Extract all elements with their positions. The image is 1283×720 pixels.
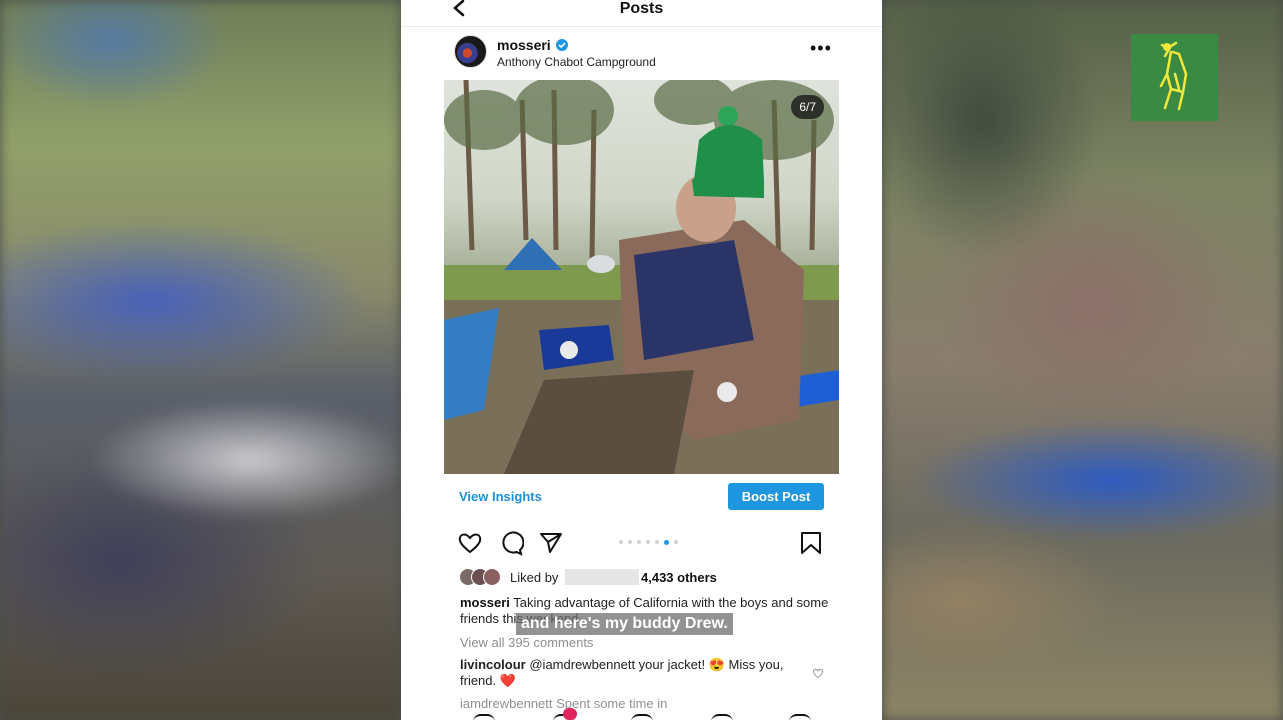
likes-row: Liked by 4,433 others [459, 568, 859, 586]
more-options-icon[interactable]: ••• [810, 39, 832, 57]
instagram-post-screen: Posts mosseri Anthony Chabot Campground … [401, 0, 882, 720]
bottom-nav [401, 708, 882, 720]
comment-icon[interactable] [498, 530, 524, 556]
view-insights-link[interactable]: View Insights [459, 489, 542, 504]
view-comments-link[interactable]: View all 395 comments [460, 635, 593, 650]
comment-username[interactable]: livincolour [460, 657, 526, 672]
post-actions [401, 530, 882, 556]
bookmark-icon[interactable] [798, 530, 824, 556]
verified-icon [556, 39, 568, 51]
comment-item: livincolour @iamdrewbennett your jacket!… [460, 657, 820, 689]
post-photo[interactable]: 6/7 [444, 80, 839, 474]
avatar[interactable] [454, 35, 487, 68]
carousel-counter: 6/7 [791, 95, 824, 119]
page-title: Posts [619, 0, 664, 17]
comment-like-icon[interactable] [812, 667, 824, 679]
liker-avatars [459, 568, 505, 586]
post-location[interactable]: Anthony Chabot Campground [497, 55, 656, 69]
redacted-username [565, 569, 639, 585]
share-icon[interactable] [538, 530, 564, 556]
blurred-background-right [882, 0, 1283, 720]
post-header: mosseri Anthony Chabot Campground ••• [454, 35, 834, 75]
blurred-background-left [0, 0, 401, 720]
carousel-indicator [619, 539, 678, 545]
post-username[interactable]: mosseri [497, 37, 551, 53]
caption-username[interactable]: mosseri [460, 595, 510, 610]
likes-count[interactable]: 4,433 others [641, 570, 717, 585]
profile-icon[interactable] [789, 714, 811, 720]
notification-badge [563, 708, 577, 720]
video-subtitle: and here's my buddy Drew. [516, 613, 733, 635]
heart-icon[interactable] [457, 530, 483, 556]
liked-by-label: Liked by [510, 570, 559, 585]
top-bar: Posts [401, 0, 882, 27]
home-icon[interactable] [473, 714, 495, 720]
boost-post-button[interactable]: Boost Post [728, 483, 824, 510]
reels-icon[interactable] [631, 714, 653, 720]
insights-row: View Insights Boost Post [401, 483, 882, 511]
shop-icon[interactable] [711, 714, 733, 720]
channel-logo [1131, 34, 1218, 121]
